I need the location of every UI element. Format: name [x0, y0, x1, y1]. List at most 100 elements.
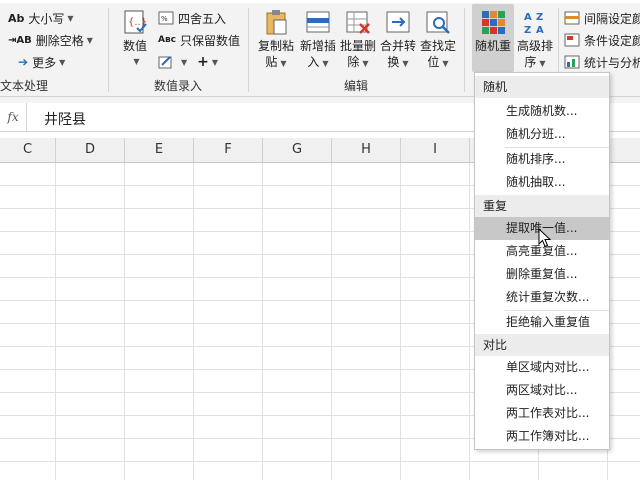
number-group-label: 数值录入 [154, 79, 203, 93]
chevron-down-icon: ▼ [402, 59, 409, 68]
remove-spaces-label: 删除空格 [35, 33, 84, 48]
insert-label-2: 入 [307, 55, 320, 69]
random-label-1: 随机重 [474, 39, 511, 53]
search-icon [424, 8, 452, 36]
menu-item-two-range-compare[interactable]: 两区域对比... [475, 379, 609, 402]
plus-icon: + [197, 54, 209, 70]
menu-item-random-sort[interactable]: 随机排序... [475, 148, 609, 171]
chevron-down-icon: ▼ [133, 57, 140, 66]
column-header-h[interactable]: H [332, 138, 401, 162]
chevron-down-icon: ▼ [322, 59, 329, 68]
keep-values-button[interactable]: Aʙc 只保留数值 [158, 30, 240, 50]
edit-group-label: 编辑 [344, 79, 369, 93]
chevron-down-icon: ▼ [362, 59, 369, 68]
sort-az-icon: AZZA [521, 8, 549, 36]
batch-delete-label-1: 批量删 [339, 39, 376, 53]
edit-chart-icon [158, 55, 174, 69]
round-label: 四舍五入 [178, 11, 227, 26]
chevron-down-icon: ▼ [86, 35, 93, 45]
group-divider [464, 8, 465, 92]
more-label: 更多 [32, 55, 57, 70]
batch-delete-button[interactable]: 批量删 除 ▼ [338, 8, 378, 72]
keep-values-icon: Aʙc [158, 35, 176, 45]
ribbon-top-line [0, 0, 640, 3]
menu-item-random-class[interactable]: 随机分班... [475, 123, 609, 146]
case-label: 大小写 [28, 11, 65, 26]
chevron-down-icon: ▼ [211, 57, 219, 67]
statistics-label: 统计与分析 [584, 55, 640, 70]
conditional-color-label: 条件设定颜 [584, 33, 640, 48]
column-header-f[interactable]: F [194, 138, 263, 162]
menu-item-two-sheet-compare[interactable]: 两工作表对比... [475, 402, 609, 425]
column-header-g[interactable]: G [263, 138, 332, 162]
numeric-button[interactable]: {..} 数值 ▼ [118, 8, 152, 70]
svg-text:A: A [524, 12, 532, 23]
color-grid-icon [479, 8, 507, 36]
advanced-sort-button[interactable]: AZZA 高级排 序 ▼ [516, 8, 554, 72]
interval-color-label: 间隔设定颜 [584, 11, 640, 26]
svg-text:A: A [536, 25, 544, 36]
remove-spaces-icon: ⇥AB [8, 34, 32, 46]
chevron-down-icon: ▼ [59, 57, 66, 67]
svg-text:Z: Z [524, 25, 531, 36]
conditional-color-button[interactable]: 条件设定颜 [564, 30, 640, 50]
chevron-down-icon: ▼ [442, 59, 449, 68]
function-icon[interactable]: fx [0, 103, 27, 131]
merge-label-2: 换 [387, 55, 400, 69]
delete-grid-icon [344, 8, 372, 36]
insert-rows-icon [304, 8, 332, 36]
statistics-icon [564, 55, 580, 69]
merge-convert-button[interactable]: 合并转 换 ▼ [378, 8, 418, 72]
copy-paste-label-2: 贴 [265, 55, 278, 69]
mouse-pointer-icon [538, 228, 552, 248]
conditional-color-icon [564, 33, 580, 47]
formula-input[interactable]: 井陉县 [44, 109, 86, 129]
menu-item-generate-random[interactable]: 生成随机数... [475, 100, 609, 123]
find-label-2: 位 [427, 55, 440, 69]
random-repeat-button[interactable]: 随机重 [472, 4, 514, 72]
chevron-down-icon: ▼ [67, 13, 74, 23]
menu-section-compare: 对比 [475, 334, 609, 356]
arrow-right-icon: ➔ [18, 55, 29, 69]
more-button[interactable]: ➔ 更多 ▼ [18, 52, 65, 72]
copy-paste-button[interactable]: 复制粘 贴 ▼ [256, 8, 296, 72]
chevron-down-icon: ▼ [280, 59, 287, 68]
numeric-icon: {..} [121, 8, 149, 36]
insert-chart-button[interactable]: ▼ + ▼ [158, 52, 218, 72]
menu-item-delete-duplicates[interactable]: 删除重复值... [475, 263, 609, 286]
interval-color-icon [564, 11, 580, 25]
svg-text:Z: Z [536, 12, 543, 23]
menu-section-random: 随机 [475, 76, 609, 98]
case-icon: Ab [8, 11, 25, 25]
column-header-e[interactable]: E [125, 138, 194, 162]
menu-item-count-duplicates[interactable]: 统计重复次数... [475, 286, 609, 309]
find-label-1: 查找定 [419, 39, 456, 53]
interval-color-button[interactable]: 间隔设定颜 [564, 8, 640, 28]
column-header-c[interactable]: C [0, 138, 56, 162]
menu-item-two-workbook-compare[interactable]: 两工作簿对比... [475, 425, 609, 448]
insert-label-1: 新增插 [299, 39, 336, 53]
random-repeat-menu: 随机 生成随机数... 随机分班... 随机排序... 随机抽取... 重复 提… [474, 72, 610, 450]
merge-icon [384, 8, 412, 36]
text-group-label: 文本处理 [0, 79, 49, 93]
round-icon: % [158, 11, 174, 25]
remove-spaces-button[interactable]: ⇥AB 删除空格 ▼ [8, 30, 93, 50]
insert-button[interactable]: 新增插 入 ▼ [298, 8, 338, 72]
column-header-d[interactable]: D [56, 138, 125, 162]
copy-paste-label-1: 复制粘 [257, 39, 294, 53]
menu-item-random-pick[interactable]: 随机抽取... [475, 171, 609, 194]
group-divider [248, 8, 249, 92]
sort-label-2: 序 [524, 55, 537, 69]
menu-section-repeat: 重复 [475, 195, 609, 217]
numeric-label: 数值 [122, 39, 147, 53]
merge-label-1: 合并转 [379, 39, 416, 53]
round-button[interactable]: % 四舍五入 [158, 8, 226, 28]
menu-item-single-range-compare[interactable]: 单区域内对比... [475, 356, 609, 379]
case-menu-button[interactable]: Ab 大小写 ▼ [8, 8, 74, 28]
column-header-i[interactable]: I [401, 138, 470, 162]
menu-item-reject-duplicates[interactable]: 拒绝输入重复值 [475, 311, 609, 334]
find-locate-button[interactable]: 查找定 位 ▼ [418, 8, 458, 72]
group-divider [108, 8, 109, 92]
keep-values-label: 只保留数值 [180, 33, 241, 48]
statistics-button[interactable]: 统计与分析 [564, 52, 640, 72]
